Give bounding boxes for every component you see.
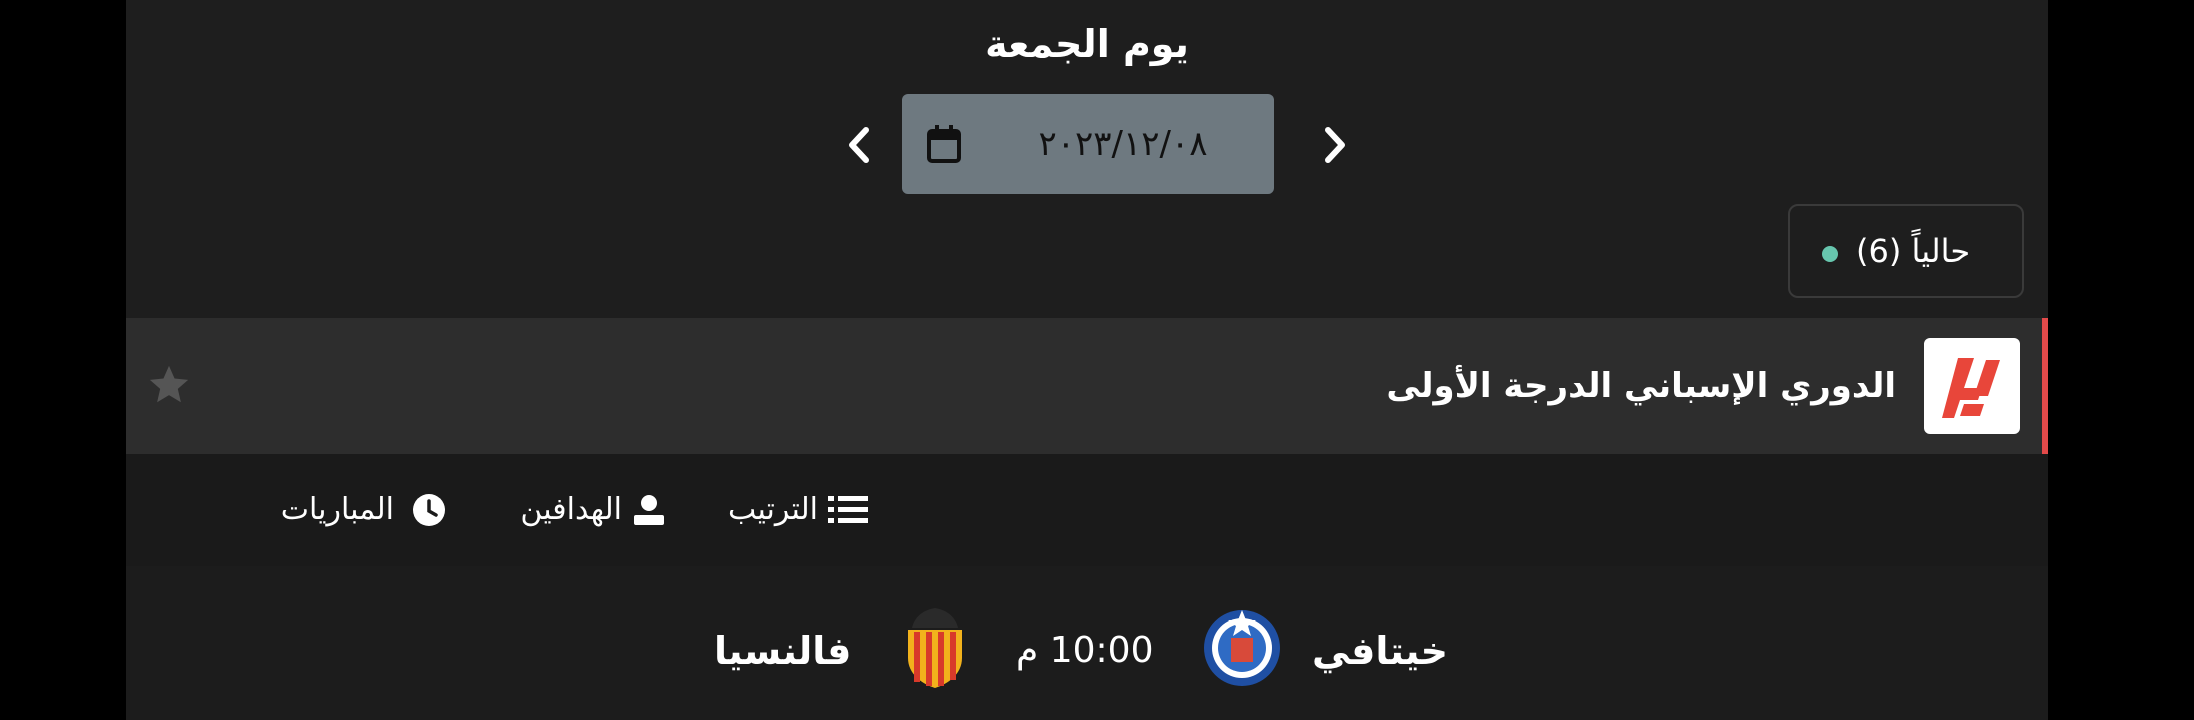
- chevron-left-icon: [849, 127, 869, 163]
- date-picker[interactable]: ٢٠٢٣/١٢/٠٨: [902, 94, 1274, 194]
- match-row[interactable]: خيتافي 10:00 م فالنسيا: [126, 566, 2048, 720]
- favorite-button[interactable]: [146, 362, 192, 408]
- next-date-button[interactable]: [1310, 118, 1358, 172]
- getafe-crest-icon: [1204, 610, 1280, 686]
- star-icon: [149, 365, 189, 403]
- main-panel: يوم الجمعة ٢٠٢٣/١٢/٠٨ حالياً (6) الدوري …: [126, 0, 2048, 720]
- league-tabs: الترتيب الهدافين المباريات: [126, 454, 2048, 566]
- laliga-logo-icon: [1924, 338, 2020, 434]
- list-icon: [828, 496, 868, 523]
- tab-matches[interactable]: المباريات: [146, 454, 466, 566]
- league-accent-bar: [2042, 318, 2048, 454]
- live-filter-button[interactable]: حالياً (6): [1788, 204, 2024, 298]
- league-header[interactable]: الدوري الإسباني الدرجة الأولى: [126, 318, 2048, 454]
- day-label: يوم الجمعة: [985, 22, 1189, 66]
- live-indicator-dot: [1822, 246, 1838, 262]
- match-time: 10:00 م: [1016, 630, 1154, 671]
- live-filter-label: حالياً (6): [1856, 232, 1971, 270]
- valencia-crest-icon: [908, 608, 962, 688]
- chevron-right-icon: [1325, 127, 1345, 163]
- away-team-name: فالنسيا: [714, 629, 852, 673]
- tab-scorers-label: الهدافين: [520, 492, 622, 527]
- home-team-name: خيتافي: [1312, 629, 1449, 673]
- league-name: الدوري الإسباني الدرجة الأولى: [1386, 366, 1896, 406]
- tab-matches-label: المباريات: [280, 492, 394, 527]
- prev-date-button[interactable]: [836, 118, 884, 172]
- clock-icon: [413, 494, 445, 526]
- date-value: ٢٠٢٣/١٢/٠٨: [1038, 124, 1208, 164]
- user-icon: [634, 495, 664, 525]
- tab-standings-label: الترتيب: [728, 492, 818, 527]
